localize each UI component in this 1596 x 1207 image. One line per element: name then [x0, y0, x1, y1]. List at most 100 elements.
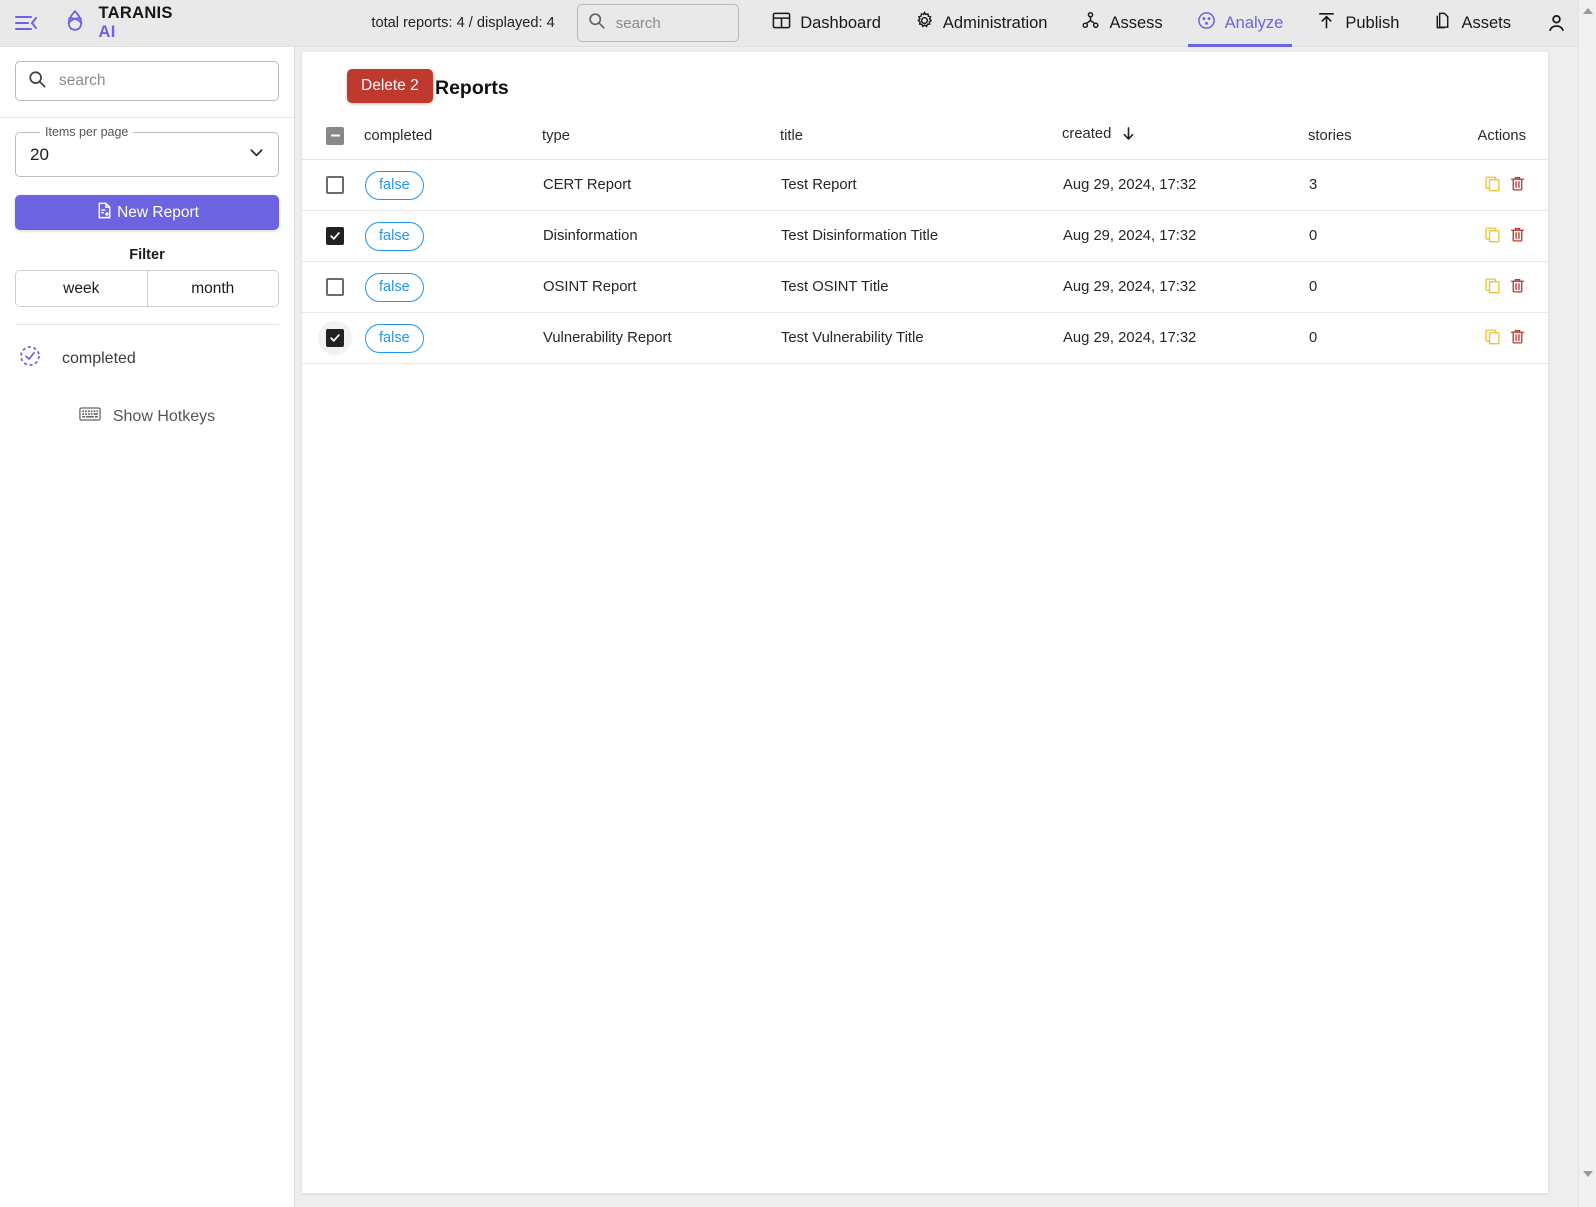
- new-document-plus-icon: [95, 201, 114, 225]
- row-type-cell: CERT Report: [542, 159, 780, 211]
- row-created-cell: Aug 29, 2024, 17:32: [1062, 159, 1308, 211]
- items-per-page-legend: Items per page: [40, 125, 134, 139]
- row-select-checkbox[interactable]: [326, 227, 344, 245]
- nav-label-publish: Publish: [1345, 13, 1400, 32]
- table-row[interactable]: false Vulnerability Report Test Vulnerabil…: [302, 312, 1548, 364]
- brand-logo-link[interactable]: TARANIS AI: [60, 4, 174, 42]
- chevron-down-icon: [247, 143, 266, 167]
- row-type-cell: Disinformation: [542, 210, 780, 262]
- nav-item-publish[interactable]: Publish: [1300, 0, 1416, 47]
- global-search-box[interactable]: [576, 4, 740, 42]
- row-select-cell: [302, 312, 364, 364]
- analyze-circle-dots-icon: [1197, 11, 1216, 35]
- hamburger-collapse-icon[interactable]: [8, 3, 44, 43]
- select-all-header-cell: [302, 116, 364, 160]
- completed-status-chip[interactable]: false: [365, 323, 424, 353]
- table-row[interactable]: false CERT Report Test Report Aug 29, 2024,…: [302, 159, 1548, 211]
- filter-week-button[interactable]: week: [16, 271, 147, 306]
- sidebar-divider: [15, 324, 279, 325]
- copy-icon[interactable]: [1484, 226, 1501, 243]
- nav-item-dashboard[interactable]: Dashboard: [755, 0, 898, 47]
- reports-table: completed type title created stories Act…: [302, 116, 1548, 364]
- row-checkbox-wrapper[interactable]: [318, 168, 352, 202]
- table-row[interactable]: false Disinformation Test Disinformation T…: [302, 210, 1548, 262]
- filter-toggle-group: week month: [15, 270, 279, 307]
- row-type-cell: Vulnerability Report: [542, 312, 780, 364]
- table-header-row: completed type title created stories Act…: [302, 116, 1548, 160]
- sidebar-item-completed[interactable]: completed: [18, 344, 294, 373]
- nav-label-assess: Assess: [1109, 13, 1163, 32]
- select-all-checkbox[interactable]: [326, 126, 344, 145]
- row-stories-cell: 0: [1308, 261, 1454, 313]
- delete-trash-icon[interactable]: [1509, 328, 1526, 345]
- nav-label-assets: Assets: [1461, 13, 1512, 32]
- row-select-cell: [302, 261, 364, 313]
- completed-status-chip[interactable]: false: [365, 221, 424, 251]
- reports-table-body: false CERT Report Test Report Aug 29, 2024,…: [302, 159, 1548, 364]
- row-select-checkbox[interactable]: [326, 176, 344, 194]
- row-select-checkbox[interactable]: [326, 329, 344, 347]
- nav-item-assets[interactable]: Assets: [1416, 0, 1528, 47]
- account-person-icon[interactable]: [1534, 0, 1578, 47]
- row-completed-cell: false: [364, 159, 542, 211]
- filter-month-button[interactable]: month: [146, 271, 278, 306]
- delete-selected-button[interactable]: Delete 2: [347, 69, 433, 103]
- filter-section-title: Filter: [129, 247, 165, 263]
- global-search-input[interactable]: [613, 13, 729, 33]
- completed-dashed-check-icon: [18, 344, 42, 373]
- assets-documents-icon: [1433, 11, 1452, 35]
- column-header-created[interactable]: created: [1062, 116, 1308, 160]
- nav-label-dashboard: Dashboard: [800, 13, 881, 32]
- scroll-down-arrow-icon[interactable]: [1579, 1165, 1596, 1183]
- row-select-checkbox[interactable]: [326, 278, 344, 296]
- dashboard-grid-icon: [772, 11, 791, 35]
- completed-status-chip[interactable]: false: [365, 170, 424, 200]
- delete-trash-icon[interactable]: [1509, 277, 1526, 294]
- row-checkbox-wrapper[interactable]: [318, 270, 352, 304]
- sidebar-search-input[interactable]: [57, 71, 266, 91]
- copy-icon[interactable]: [1484, 277, 1501, 294]
- sidebar-search-box[interactable]: [15, 61, 279, 101]
- column-header-stories[interactable]: stories: [1308, 116, 1454, 160]
- scroll-up-arrow-icon[interactable]: [1579, 2, 1596, 20]
- gear-icon: [915, 11, 934, 35]
- brand-name: TARANIS AI: [98, 4, 173, 41]
- copy-icon[interactable]: [1484, 328, 1501, 345]
- nav-item-administration[interactable]: Administration: [898, 0, 1065, 47]
- search-icon: [588, 12, 605, 34]
- copy-icon[interactable]: [1484, 175, 1501, 192]
- row-title-cell: Test OSINT Title: [780, 261, 1062, 313]
- main-content-panel: Delete 2 Reports completed type title cr…: [302, 52, 1548, 1193]
- top-app-bar: TARANIS AI total reports: 4 / displayed:…: [0, 0, 1578, 47]
- report-counts-label: total reports: 4 / displayed: 4: [371, 15, 555, 31]
- row-completed-cell: false: [364, 210, 542, 262]
- row-actions-cell: [1454, 261, 1548, 313]
- row-stories-cell: 3: [1308, 159, 1454, 211]
- row-checkbox-wrapper[interactable]: [318, 219, 352, 253]
- row-checkbox-wrapper[interactable]: [318, 321, 352, 355]
- nav-item-assess[interactable]: Assess: [1064, 0, 1179, 47]
- assess-nodes-icon: [1081, 11, 1100, 35]
- content-header: Delete 2 Reports: [302, 52, 1548, 116]
- delete-trash-icon[interactable]: [1509, 226, 1526, 243]
- table-row[interactable]: false OSINT Report Test OSINT Title Aug 29,…: [302, 261, 1548, 313]
- column-header-completed[interactable]: completed: [364, 116, 542, 160]
- column-header-type[interactable]: type: [542, 116, 780, 160]
- completed-status-chip[interactable]: false: [365, 272, 424, 302]
- show-hotkeys-button[interactable]: Show Hotkeys: [0, 406, 294, 427]
- row-select-cell: [302, 159, 364, 211]
- left-sidebar: Items per page 20 New Repor: [0, 47, 295, 1207]
- nav-item-analyze[interactable]: Analyze: [1180, 0, 1301, 47]
- page-scrollbar[interactable]: [1578, 0, 1596, 1207]
- row-actions-cell: [1454, 312, 1548, 364]
- new-report-button[interactable]: New Report: [15, 195, 279, 230]
- keyboard-icon: [79, 406, 101, 427]
- publish-upload-arrow-icon: [1317, 11, 1336, 35]
- delete-trash-icon[interactable]: [1509, 175, 1526, 192]
- page-title: Reports: [435, 77, 509, 99]
- search-icon: [28, 70, 46, 93]
- items-per-page-select[interactable]: Items per page 20: [15, 125, 279, 177]
- column-header-title[interactable]: title: [780, 116, 1062, 160]
- row-actions-cell: [1454, 210, 1548, 262]
- row-completed-cell: false: [364, 312, 542, 364]
